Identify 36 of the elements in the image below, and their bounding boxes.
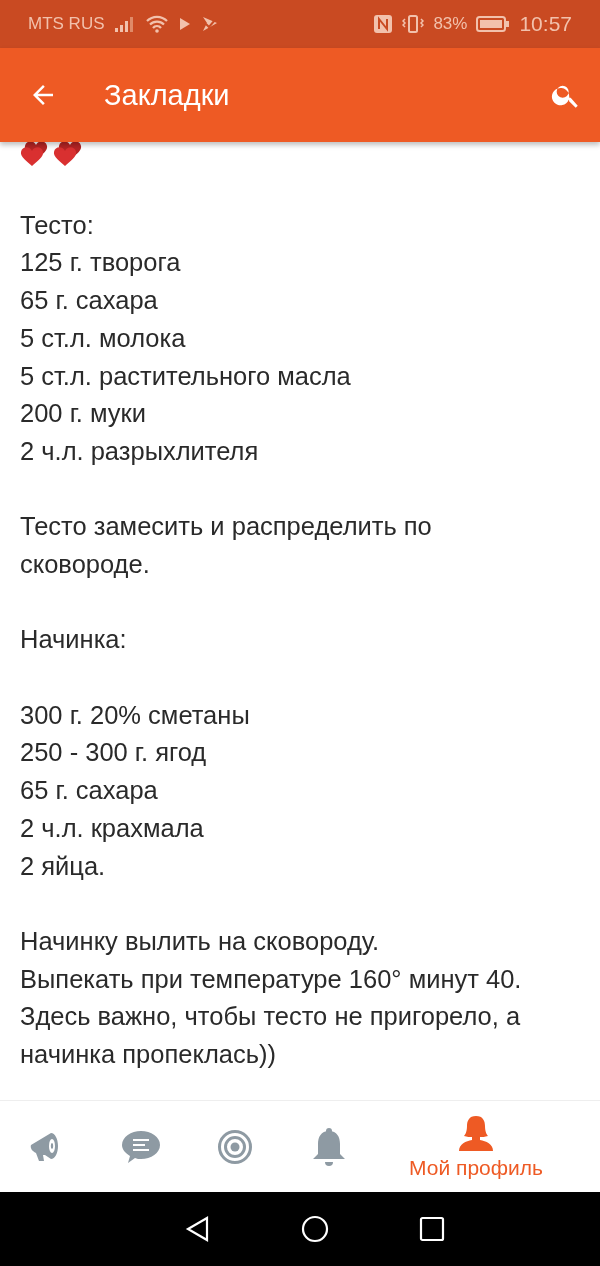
- recipe-text-line: 2 ч.л. разрыхлителя: [20, 435, 260, 467]
- person-icon: [457, 1113, 495, 1152]
- recipe-text-line: 65 г. сахара: [20, 775, 159, 807]
- recipe-text-line: 250 - 300 г. ягод: [20, 737, 208, 769]
- nav-tab[interactable]: Мой профиль: [396, 1101, 556, 1192]
- recents-square-icon[interactable]: [419, 1216, 445, 1242]
- recipe-text-line: Начинка:: [20, 624, 128, 656]
- recipe-text-line: 65 г. сахара: [20, 285, 159, 317]
- target-icon: [217, 1128, 253, 1165]
- recipe-text-line: Тесто замесить и распределить по сковороде.: [20, 511, 433, 580]
- recipe-text-line: Выпекать при температуре 160° минут 40.: [20, 963, 523, 995]
- bell-icon: [311, 1126, 347, 1167]
- recipe-text-line: 300 г. 20% сметаны: [20, 699, 251, 731]
- recipe-text-line: 200 г. муки: [20, 398, 147, 430]
- wifi-icon: [144, 15, 169, 33]
- vibrate-icon: [402, 14, 425, 34]
- check-flag-icon: [200, 15, 219, 33]
- clock: 10:57: [519, 12, 572, 36]
- battery-icon: [476, 15, 511, 33]
- recipe-text-line: Здесь важно, чтобы тесто не пригорело, а начинка пропеклась)): [20, 1001, 522, 1071]
- recipe-text-line: Тесто:: [20, 209, 95, 241]
- nfc-icon: [373, 14, 394, 34]
- recipe-text-line: 125 г. творога: [20, 247, 182, 279]
- battery-percent: 83%: [433, 14, 468, 34]
- recipe-text-line: 5 ст.л. молока: [20, 322, 187, 354]
- recipe-text-line: 5 ст.л. растительного масла: [20, 360, 352, 392]
- signal-icon: [113, 15, 136, 33]
- back-triangle-icon[interactable]: [185, 1215, 211, 1243]
- play-icon: [177, 16, 192, 32]
- recipe-text-line: 2 ч.л. крахмала: [20, 812, 205, 844]
- chat-bubble-icon: [121, 1128, 161, 1165]
- screen-title: Закладки: [104, 78, 230, 112]
- recipe-text-line: 2 яйца.: [20, 850, 107, 882]
- recipe-text-line: Начинку вылить на сковороду.: [20, 926, 381, 957]
- carrier-name: MTS RUS: [28, 14, 105, 34]
- home-circle-icon[interactable]: [301, 1215, 329, 1243]
